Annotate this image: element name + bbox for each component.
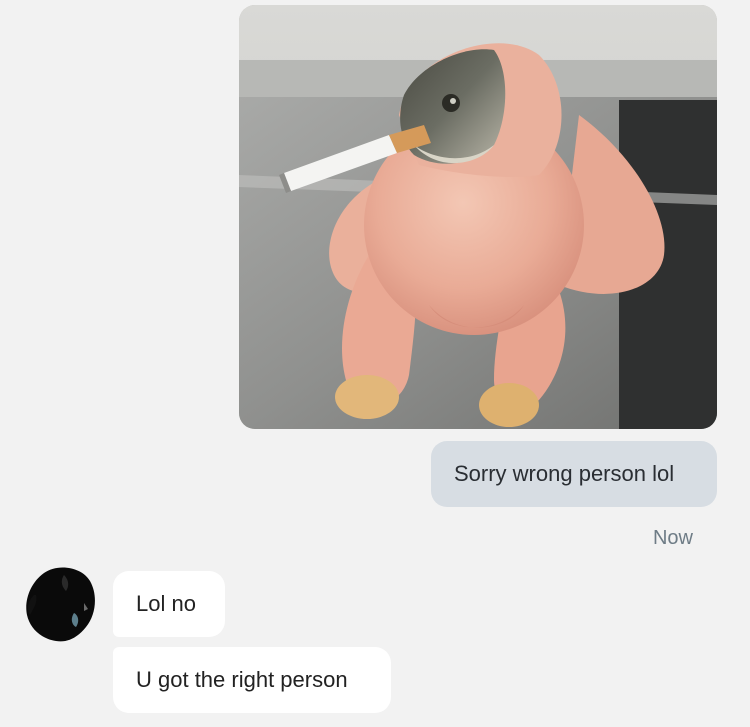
incoming-message-bubble[interactable]: Lol no xyxy=(113,571,225,637)
meme-photo-icon xyxy=(239,5,717,429)
message-image[interactable] xyxy=(239,5,717,429)
outgoing-message-text: Sorry wrong person lol xyxy=(454,461,675,486)
outgoing-message-bubble[interactable]: Sorry wrong person lol xyxy=(431,441,717,507)
contact-avatar[interactable] xyxy=(24,565,98,643)
incoming-message-bubble[interactable]: U got the right person xyxy=(113,647,391,713)
incoming-message-text: Lol no xyxy=(136,591,196,616)
incoming-message-text: U got the right person xyxy=(136,667,348,692)
avatar-icon xyxy=(26,567,95,642)
message-timestamp: Now xyxy=(652,527,693,549)
